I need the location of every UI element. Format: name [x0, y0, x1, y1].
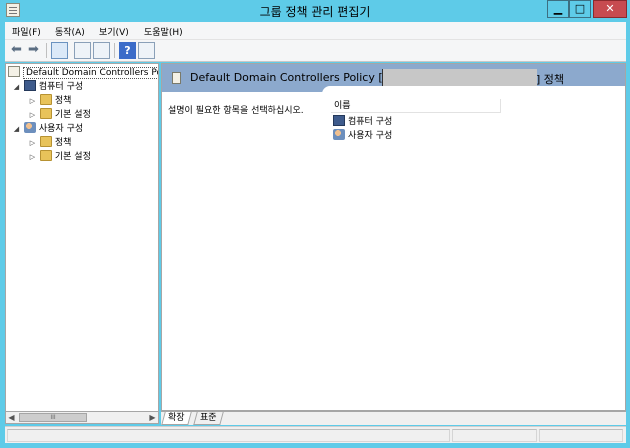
status-bar: [5, 426, 626, 443]
status-segment: [7, 429, 450, 442]
details-title-suffix: ] 정책: [536, 73, 565, 86]
tree-node-label: 정책: [54, 138, 72, 148]
description-text: 설명이 필요한 항목을 선택하십시오.: [168, 106, 304, 116]
user-icon: [23, 122, 36, 133]
forward-arrow-icon[interactable]: ➡: [25, 42, 42, 59]
list-item-computer-config[interactable]: 컴퓨터 구성: [333, 115, 392, 129]
tree-node-label: 컴퓨터 구성: [38, 82, 84, 92]
tree-node-user-config[interactable]: ◢ 사용자 구성: [12, 122, 83, 136]
tree-node-user-preferences[interactable]: ▷ 기본 설정: [28, 150, 91, 164]
user-icon: [333, 129, 345, 140]
group-policy-editor-window: 그룹 정책 관리 편집기 ▁ □ ✕ 파일(F) 동작(A) 보기(V) 도움말…: [0, 0, 630, 448]
show-hide-console-tree-icon[interactable]: [51, 42, 68, 59]
minimize-button[interactable]: ▁: [547, 0, 569, 18]
collapsed-arrow-icon[interactable]: ▷: [28, 94, 37, 108]
tree-root-policy[interactable]: Default Domain Controllers Po: [8, 66, 158, 80]
export-list-icon[interactable]: [93, 42, 110, 59]
menu-action[interactable]: 동작(A): [55, 25, 85, 38]
close-button[interactable]: ✕: [593, 0, 627, 18]
collapsed-arrow-icon[interactable]: ▷: [28, 136, 37, 150]
tree-node-label: 기본 설정: [54, 110, 91, 120]
tree-node-label: 정책: [54, 96, 72, 106]
header-notch: [322, 86, 625, 94]
tree-root-label: Default Domain Controllers Po: [23, 67, 158, 79]
collapsed-arrow-icon[interactable]: ▷: [28, 150, 37, 164]
status-segment: [539, 429, 623, 442]
tab-extended[interactable]: 확장: [161, 412, 192, 425]
tree-node-computer-preferences[interactable]: ▷ 기본 설정: [28, 108, 91, 122]
menu-view[interactable]: 보기(V): [99, 25, 129, 38]
tree-node-label: 기본 설정: [54, 152, 91, 162]
folder-icon: [39, 150, 52, 161]
computer-icon: [333, 115, 345, 126]
console-tree[interactable]: Default Domain Controllers Po ◢ 컴퓨터 구성 ▷…: [5, 63, 159, 424]
folder-icon: [39, 108, 52, 119]
details-title: Default Domain Controllers Policy [: [190, 71, 383, 84]
menu-bar: 파일(F) 동작(A) 보기(V) 도움말(H): [5, 22, 626, 40]
tab-label: 표준: [200, 413, 217, 423]
expanded-arrow-icon[interactable]: ◢: [12, 80, 21, 94]
tree-node-computer-policies[interactable]: ▷ 정책: [28, 94, 71, 108]
maximize-button[interactable]: □: [569, 0, 591, 18]
computer-icon: [23, 80, 36, 91]
tree-node-computer-config[interactable]: ◢ 컴퓨터 구성: [12, 80, 83, 94]
menu-file[interactable]: 파일(F): [12, 25, 41, 38]
tab-standard[interactable]: 표준: [193, 412, 224, 425]
title-bar[interactable]: 그룹 정책 관리 편집기 ▁ □ ✕: [0, 0, 630, 21]
view-tabs: 확장 표준: [161, 411, 626, 425]
list-item-label: 사용자 구성: [348, 131, 393, 141]
toolbar-separator: [46, 43, 47, 58]
tree-horizontal-scrollbar[interactable]: ◀ III ▶: [5, 411, 159, 424]
tree-node-label: 사용자 구성: [38, 124, 84, 134]
menu-help[interactable]: 도움말(H): [144, 25, 183, 38]
redacted-domain-name: [382, 69, 537, 87]
show-hide-action-pane-icon[interactable]: [138, 42, 155, 59]
list-item-label: 컴퓨터 구성: [348, 117, 393, 127]
folder-icon: [39, 136, 52, 147]
tab-label: 확장: [168, 413, 185, 423]
policy-document-icon: [172, 72, 181, 84]
toolbar-separator: [114, 43, 115, 58]
back-arrow-icon[interactable]: ⬅: [8, 42, 25, 59]
policy-document-icon: [8, 66, 20, 77]
properties-icon[interactable]: [74, 42, 91, 59]
details-header: Default Domain Controllers Policy [ ] 정책: [162, 64, 625, 94]
tree-node-user-policies[interactable]: ▷ 정책: [28, 136, 71, 150]
collapsed-arrow-icon[interactable]: ▷: [28, 108, 37, 122]
scroll-left-icon[interactable]: ◀: [6, 412, 17, 423]
folder-icon: [39, 94, 52, 105]
scroll-thumb[interactable]: III: [19, 413, 87, 422]
help-icon[interactable]: ?: [119, 42, 136, 59]
scroll-right-icon[interactable]: ▶: [147, 412, 158, 423]
details-pane: Default Domain Controllers Policy [ ] 정책…: [161, 63, 626, 411]
window-title: 그룹 정책 관리 편집기: [259, 5, 371, 19]
expanded-arrow-icon[interactable]: ◢: [12, 122, 21, 136]
toolbar: ⬅ ➡ ?: [5, 40, 626, 62]
list-item-user-config[interactable]: 사용자 구성: [333, 129, 392, 143]
column-header-name[interactable]: 이름: [331, 99, 501, 113]
status-segment: [452, 429, 537, 442]
